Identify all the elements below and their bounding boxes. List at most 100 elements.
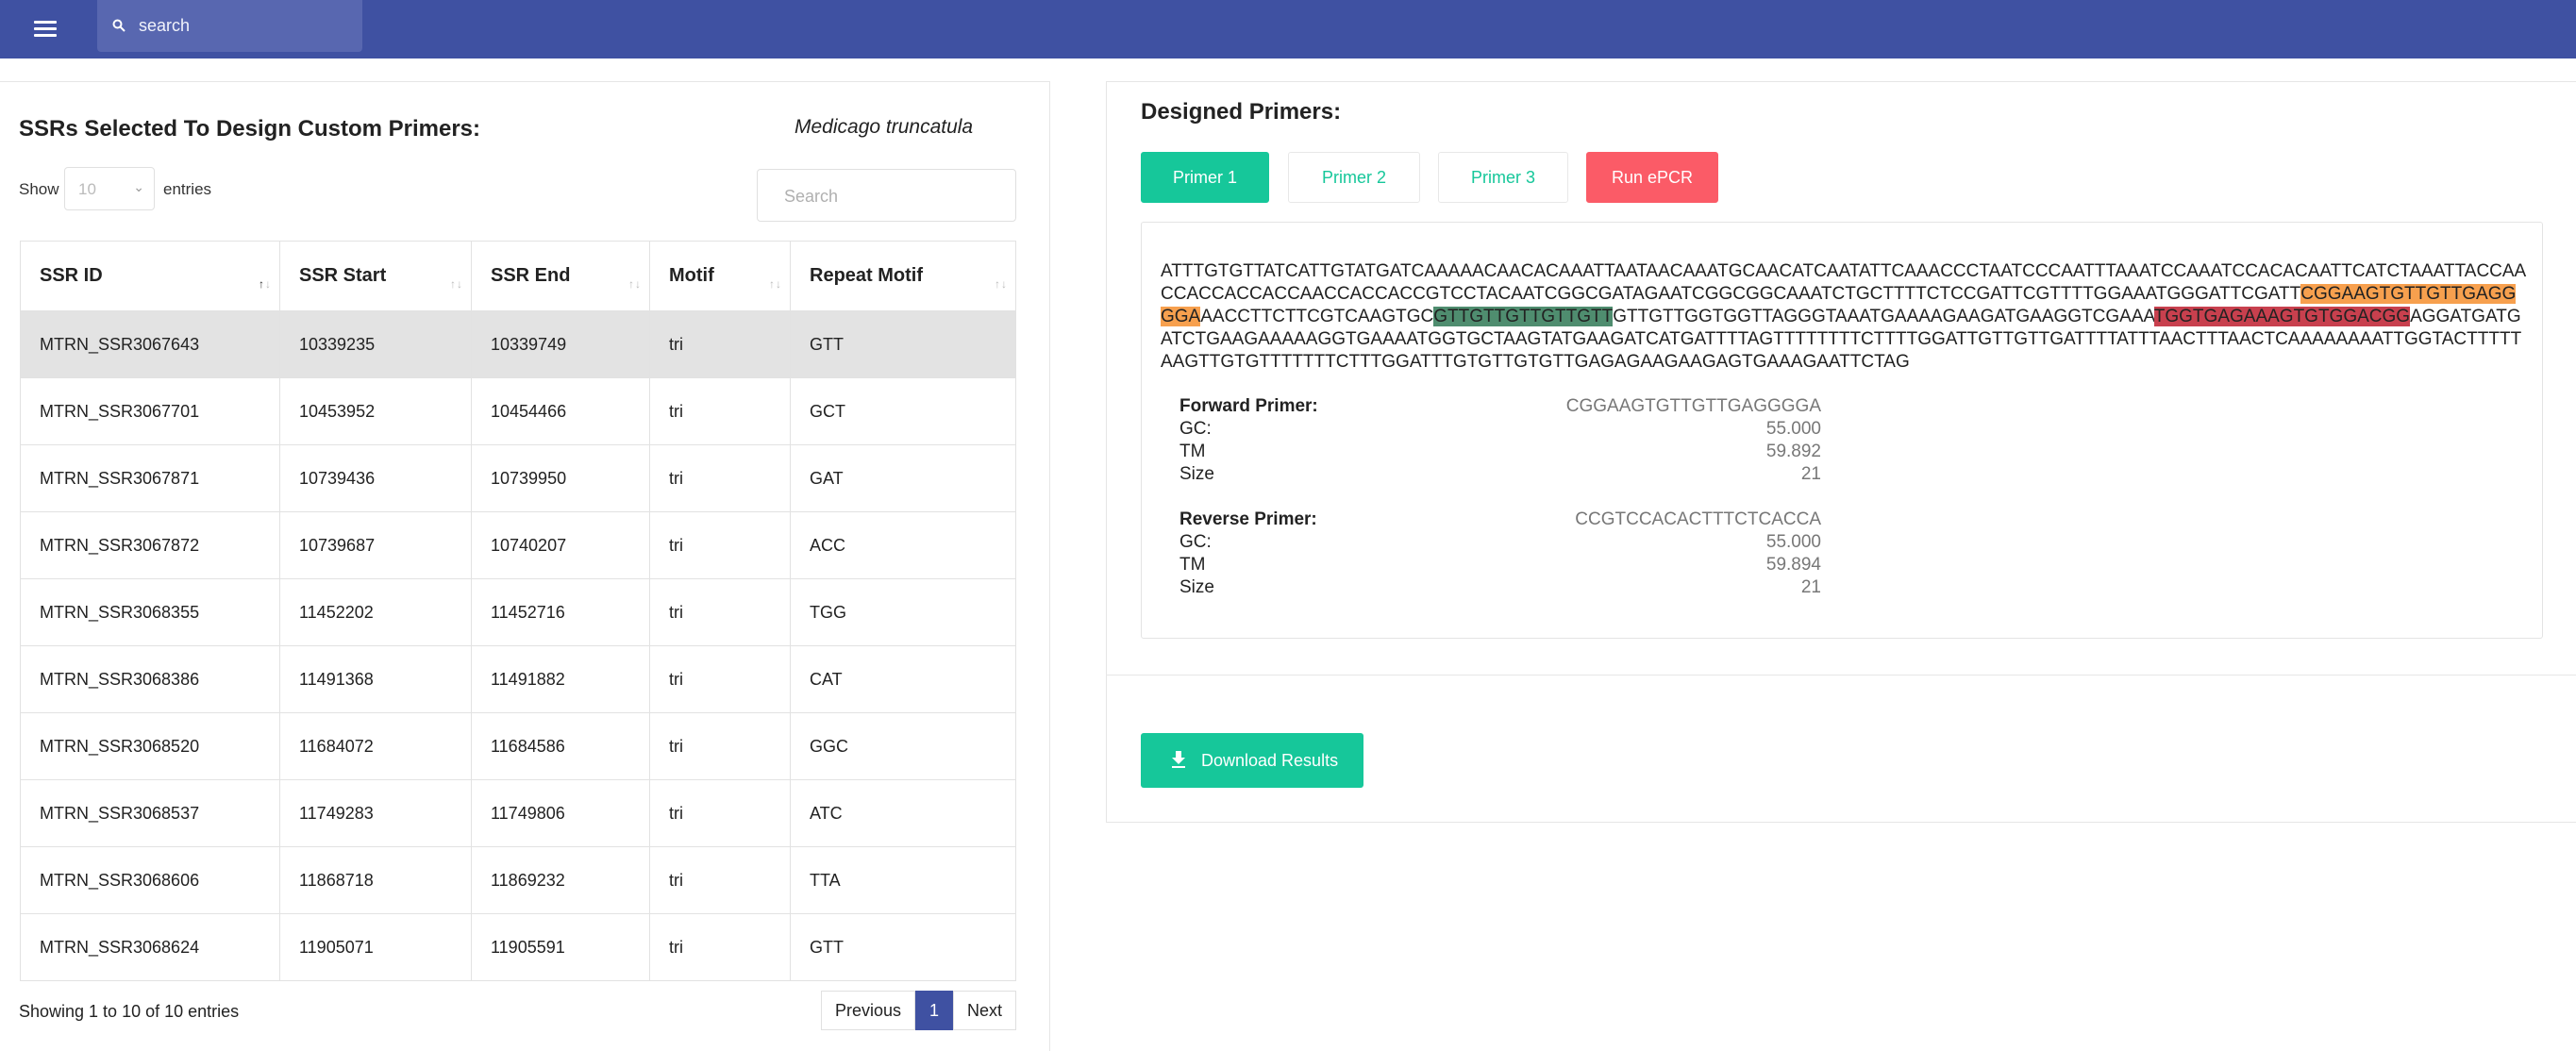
- next-page-button[interactable]: Next: [953, 991, 1017, 1030]
- cell-ssr-start: 10739687: [279, 511, 472, 579]
- sort-icon: ↑↓: [259, 277, 272, 291]
- cell-repeat-motif: GTT: [790, 310, 1016, 378]
- cell-motif: tri: [649, 846, 791, 914]
- cell-motif: tri: [649, 444, 791, 512]
- cell-ssr-start: 11684072: [279, 712, 472, 780]
- column-header-repeat-motif[interactable]: Repeat Motif ↑↓: [790, 241, 1016, 311]
- cell-ssr-start: 11491368: [279, 645, 472, 713]
- cell-ssr-id: MTRN_SSR3068624: [20, 913, 280, 981]
- cell-ssr-start: 10739436: [279, 444, 472, 512]
- size-label: Size: [1179, 577, 1214, 597]
- column-header-ssr-start[interactable]: SSR Start ↑↓: [279, 241, 472, 311]
- table-row[interactable]: MTRN_SSR3067643 10339235 10339749 tri GT…: [20, 310, 1016, 378]
- page-size-value: 10: [78, 180, 96, 198]
- cell-ssr-start: 11452202: [279, 578, 472, 646]
- cell-ssr-start: 11749283: [279, 779, 472, 847]
- cell-ssr-end: 10740207: [471, 511, 650, 579]
- cell-repeat-motif: TGG: [790, 578, 1016, 646]
- table-row[interactable]: MTRN_SSR3067701 10453952 10454466 tri GC…: [20, 377, 1016, 445]
- table-row[interactable]: MTRN_SSR3068624 11905071 11905591 tri GT…: [20, 913, 1016, 981]
- reverse-primer-highlight: TGGTGAGAAAGTGTGGACGG: [2153, 307, 2411, 326]
- cell-repeat-motif: GCT: [790, 377, 1016, 445]
- column-header-motif[interactable]: Motif ↑↓: [649, 241, 791, 311]
- cell-ssr-id: MTRN_SSR3067872: [20, 511, 280, 579]
- show-label: Show: [19, 180, 59, 198]
- primer-details-card: ATTTGTGTTATCATTGTATGATCAAAAACAACACAAATTA…: [1141, 222, 2543, 639]
- cell-ssr-end: 10454466: [471, 377, 650, 445]
- run-epcr-button[interactable]: Run ePCR: [1586, 152, 1718, 203]
- table-row[interactable]: MTRN_SSR3067871 10739436 10739950 tri GA…: [20, 444, 1016, 512]
- page-size-select[interactable]: 10 ⌄: [64, 167, 155, 210]
- table-row[interactable]: MTRN_SSR3068537 11749283 11749806 tri AT…: [20, 779, 1016, 847]
- reverse-size-value: 21: [1800, 577, 1821, 597]
- cell-ssr-id: MTRN_SSR3068355: [20, 578, 280, 646]
- designed-primers-title: Designed Primers:: [1141, 99, 1342, 125]
- table-search-placeholder: Search: [784, 187, 839, 206]
- sequence-text: ATTTGTGTTATCATTGTATGATCAAAAACAACACAAATTA…: [1161, 261, 2527, 372]
- table-row[interactable]: MTRN_SSR3068355 11452202 11452716 tri TG…: [20, 578, 1016, 646]
- cell-ssr-start: 10339235: [279, 310, 472, 378]
- reverse-primer-info: Reverse Primer: CCGTCCACACTTTCTCACCA GC: 5…: [1179, 509, 1821, 599]
- column-header-ssr-id[interactable]: SSR ID ↑↓: [20, 241, 280, 311]
- cell-ssr-id: MTRN_SSR3068386: [20, 645, 280, 713]
- cell-ssr-id: MTRN_SSR3068520: [20, 712, 280, 780]
- table-row[interactable]: MTRN_SSR3068386 11491368 11491882 tri CA…: [20, 645, 1016, 713]
- reverse-tm-value: 59.894: [1765, 555, 1821, 575]
- table-row[interactable]: MTRN_SSR3068520 11684072 11684586 tri GG…: [20, 712, 1016, 780]
- column-header-ssr-end[interactable]: SSR End ↑↓: [471, 241, 650, 311]
- cell-repeat-motif: GTT: [790, 913, 1016, 981]
- size-label: Size: [1179, 464, 1214, 484]
- forward-primer-info: Forward Primer: CGGAAGTGTTGTTGAGGGGA GC: 5…: [1179, 395, 1821, 486]
- cell-ssr-start: 10453952: [279, 377, 472, 445]
- table-info: Showing 1 to 10 of 10 entries: [19, 1002, 240, 1021]
- cell-repeat-motif: TTA: [790, 846, 1016, 914]
- cell-motif: tri: [649, 779, 791, 847]
- table-search-input[interactable]: Search: [757, 169, 1016, 222]
- cell-motif: tri: [649, 511, 791, 579]
- global-search-input[interactable]: search: [97, 0, 362, 52]
- cell-ssr-end: 11749806: [471, 779, 650, 847]
- forward-primer-sequence: CGGAAGTGTTGTTGAGGGGA: [1565, 396, 1821, 416]
- sort-icon: ↑↓: [769, 277, 782, 291]
- cell-repeat-motif: GAT: [790, 444, 1016, 512]
- tm-label: TM: [1179, 555, 1206, 575]
- gc-label: GC:: [1179, 532, 1212, 552]
- primer-3-button[interactable]: Primer 3: [1438, 152, 1568, 203]
- sort-icon: ↑↓: [450, 277, 463, 291]
- primer-2-button[interactable]: Primer 2: [1288, 152, 1420, 203]
- cell-ssr-end: 10339749: [471, 310, 650, 378]
- reverse-gc-value: 55.000: [1765, 532, 1821, 552]
- cell-ssr-end: 11491882: [471, 645, 650, 713]
- cell-ssr-id: MTRN_SSR3067871: [20, 444, 280, 512]
- search-icon: [112, 19, 125, 32]
- menu-icon[interactable]: [28, 15, 62, 43]
- pagination: Previous 1 Next: [821, 991, 1017, 1030]
- table-header-row: SSR ID ↑↓ SSR Start ↑↓ SSR End ↑↓ Motif ↑↓ R…: [20, 241, 1016, 311]
- download-results-button[interactable]: Download Results: [1141, 733, 1363, 788]
- panel-title: SSRs Selected To Design Custom Primers:: [19, 116, 481, 142]
- cell-repeat-motif: ATC: [790, 779, 1016, 847]
- forward-size-value: 21: [1800, 464, 1821, 484]
- cell-ssr-end: 11452716: [471, 578, 650, 646]
- table-row[interactable]: MTRN_SSR3067872 10739687 10740207 tri AC…: [20, 511, 1016, 579]
- forward-tm-value: 59.892: [1765, 442, 1821, 461]
- table-row[interactable]: MTRN_SSR3068606 11868718 11869232 tri TT…: [20, 846, 1016, 914]
- cell-motif: tri: [649, 377, 791, 445]
- reverse-primer-label: Reverse Primer:: [1179, 509, 1317, 529]
- cell-motif: tri: [649, 913, 791, 981]
- sort-icon: ↑↓: [995, 277, 1008, 291]
- cell-ssr-end: 11905591: [471, 913, 650, 981]
- cell-ssr-start: 11868718: [279, 846, 472, 914]
- previous-page-button[interactable]: Previous: [821, 991, 916, 1030]
- cell-motif: tri: [649, 310, 791, 378]
- download-results-label: Download Results: [1201, 751, 1339, 770]
- cell-ssr-id: MTRN_SSR3068606: [20, 846, 280, 914]
- reverse-primer-sequence: CCGTCCACACTTTCTCACCA: [1575, 509, 1821, 529]
- primer-1-button[interactable]: Primer 1: [1141, 152, 1269, 203]
- cell-ssr-end: 11869232: [471, 846, 650, 914]
- cell-ssr-id: MTRN_SSR3067643: [20, 310, 280, 378]
- tm-label: TM: [1179, 442, 1206, 461]
- cell-ssr-end: 10739950: [471, 444, 650, 512]
- page-1-button[interactable]: 1: [915, 991, 954, 1030]
- species-name: Medicago truncatula: [795, 116, 974, 138]
